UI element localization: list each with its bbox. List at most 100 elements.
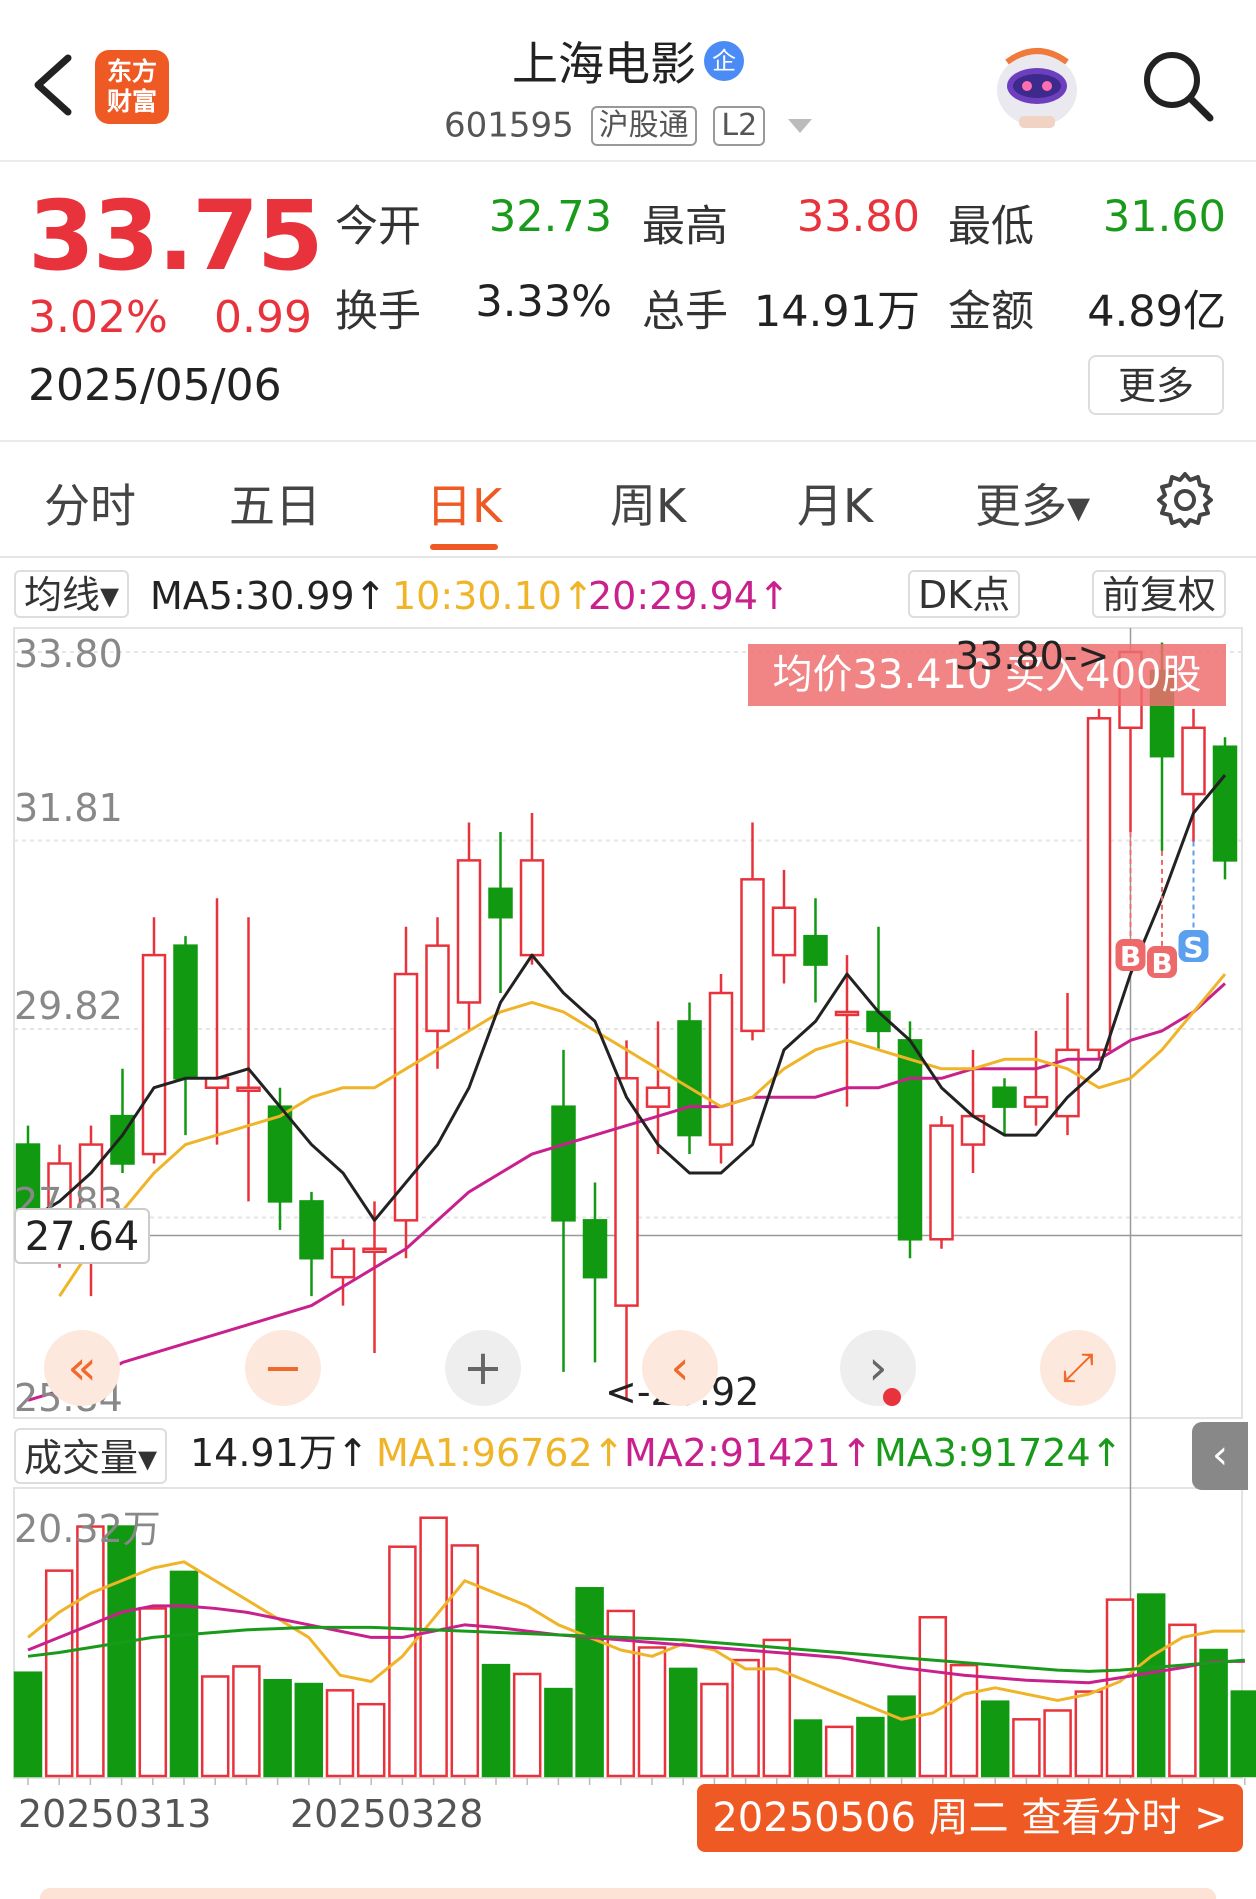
ma10-value: 10:30.10↑ [392, 574, 594, 618]
volume-bar [1230, 1690, 1256, 1778]
quote-date: 2025/05/06 [28, 360, 282, 411]
high-annotation: 33.80-> [955, 634, 1110, 678]
y-label: 29.82 [14, 984, 123, 1028]
volume-bar [1136, 1593, 1166, 1778]
fullscreen-button[interactable]: ⤢ [1040, 1330, 1116, 1406]
enterprise-badge-icon: 企 [704, 41, 744, 81]
change-amount: 0.99 [214, 292, 312, 343]
volume-bar [294, 1682, 324, 1778]
ma10-line [58, 973, 1227, 1297]
adjust-button[interactable]: 前复权 [1092, 570, 1227, 618]
level-tag: L2 [713, 105, 766, 146]
tab-intraday[interactable]: 分时 [44, 470, 136, 536]
candle [173, 944, 198, 1080]
volume-bar [1168, 1623, 1197, 1778]
stock-name: 上海电影 [512, 37, 696, 91]
volume-bar [731, 1658, 760, 1778]
tab-five-day[interactable]: 五日 [229, 470, 321, 536]
volume-bar [980, 1700, 1010, 1778]
vol-y-label: 20.32万 [14, 1507, 161, 1551]
volume-bar [419, 1516, 448, 1778]
trade-marker-label: S [1183, 931, 1203, 964]
volume-bar [668, 1667, 698, 1778]
x-label: 20250313 [18, 1792, 212, 1836]
candle [866, 1010, 891, 1033]
active-tab-indicator [430, 544, 498, 550]
tab-monthly-k[interactable]: 月K [797, 470, 873, 536]
ma5-value: MA5:30.99↑ [150, 574, 387, 618]
volume-bar [44, 1569, 74, 1778]
ma-selector[interactable]: 均线▾ [14, 570, 130, 618]
candle [708, 991, 734, 1146]
volume-bar [856, 1716, 885, 1778]
candle [551, 1105, 576, 1222]
volume-bar [200, 1675, 230, 1778]
open-label: 今开 [335, 202, 421, 252]
zoom-in-button[interactable]: + [445, 1330, 521, 1406]
zoom-out-button[interactable]: − [245, 1330, 321, 1406]
candle [992, 1086, 1017, 1108]
trade-marker-label: B [1120, 940, 1141, 973]
more-quote-button[interactable]: 更多 [1088, 355, 1224, 415]
volume-selector[interactable]: 成交量▾ [14, 1428, 168, 1484]
volume-bar [481, 1663, 511, 1778]
candle [362, 1247, 387, 1254]
volume-bar [793, 1719, 823, 1778]
candle [299, 1200, 324, 1260]
volume-bar [918, 1616, 948, 1778]
candle [1023, 1095, 1049, 1108]
volume-bar [824, 1725, 854, 1778]
gear-icon[interactable] [1155, 470, 1215, 530]
dk-point-button[interactable]: DK点 [908, 570, 1021, 618]
volume-bar [138, 1607, 168, 1778]
jump-start-button[interactable]: « [44, 1330, 120, 1406]
side-panel-toggle[interactable]: ‹ [1192, 1422, 1248, 1490]
candle [582, 1219, 608, 1279]
volume-bar [637, 1646, 667, 1778]
volume-bar [512, 1672, 542, 1778]
volume-bar [232, 1665, 261, 1778]
candle [488, 887, 513, 919]
stock-code: 601595 [443, 105, 574, 146]
candle [519, 859, 545, 957]
candle [771, 906, 797, 957]
volume-value: 14.91万↑ [190, 1431, 369, 1475]
prev-button[interactable]: ‹ [642, 1330, 718, 1406]
tab-daily-k[interactable]: 日K [426, 470, 502, 536]
volume-bar [949, 1663, 979, 1778]
current-price: 33.75 [28, 180, 324, 292]
candle [834, 1010, 860, 1017]
vol-ma2: MA2:91421↑ [624, 1431, 873, 1475]
vol-ma3: MA3:91724↑ [874, 1431, 1123, 1475]
volume-bar [1199, 1648, 1228, 1778]
tab-more[interactable]: 更多▾ [975, 470, 1090, 536]
dropdown-icon[interactable] [788, 118, 813, 133]
next-button[interactable]: › [840, 1330, 916, 1406]
low-value: 31.60 [1102, 192, 1226, 242]
tab-weekly-k[interactable]: 周K [610, 470, 686, 536]
turnover-label: 换手 [335, 287, 421, 337]
volume-bar [388, 1545, 417, 1778]
volume-bar [325, 1689, 355, 1778]
volume-bar [762, 1638, 792, 1778]
bottom-panel-edge [40, 1888, 1216, 1899]
vol-ma1: MA1:96762↑ [376, 1431, 625, 1475]
view-intraday-button[interactable]: 20250506 周二 查看分时 > [697, 1784, 1243, 1852]
volume-value: 14.91万 [753, 287, 920, 337]
candle [236, 1086, 261, 1092]
volume-bar [887, 1695, 916, 1778]
volume-bar [575, 1587, 604, 1778]
robot-assistant-icon[interactable] [985, 42, 1085, 132]
crosshair-price-tag: 27.64 [14, 1208, 150, 1264]
candle [425, 944, 450, 1033]
volume-bar [1012, 1718, 1041, 1778]
volume-bar [544, 1687, 573, 1778]
kline-chart[interactable]: BBS [0, 625, 1256, 1785]
candle [614, 1077, 639, 1307]
candle [1086, 717, 1112, 1052]
candle [1212, 745, 1238, 862]
search-icon[interactable] [1138, 46, 1218, 126]
notification-dot [883, 1388, 901, 1406]
candle [141, 953, 167, 1156]
volume-bar [13, 1671, 43, 1778]
